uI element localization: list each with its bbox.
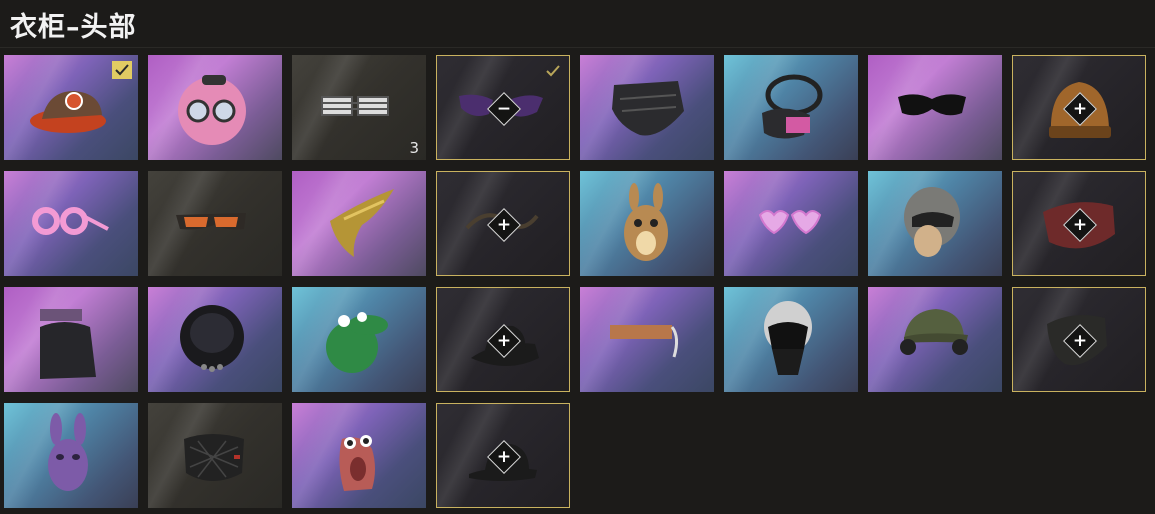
plus-icon: + xyxy=(1072,98,1088,118)
space-helmet-icon xyxy=(148,287,282,392)
squirrel-mask-icon xyxy=(580,171,714,276)
wardrobe-item[interactable] xyxy=(148,287,282,392)
purple-bunny-mask-icon xyxy=(4,403,138,508)
wardrobe-item[interactable]: + xyxy=(436,287,570,392)
wardrobe-item[interactable] xyxy=(868,287,1002,392)
wardrobe-item[interactable] xyxy=(148,403,282,508)
black-sunglasses-icon xyxy=(868,55,1002,160)
wardrobe-item[interactable] xyxy=(580,287,714,392)
header-divider xyxy=(0,47,1155,48)
sport-sunglasses-icon xyxy=(148,171,282,276)
wardrobe-item[interactable]: + xyxy=(436,171,570,276)
plus-icon: + xyxy=(1072,330,1088,350)
wardrobe-item[interactable] xyxy=(868,171,1002,276)
wardrobe-grid: 3 − + + + + + + xyxy=(4,55,1146,508)
wardrobe-item[interactable] xyxy=(4,171,138,276)
wardrobe-item[interactable] xyxy=(868,55,1002,160)
pink-donut-mask-icon xyxy=(148,55,282,160)
wardrobe-item[interactable] xyxy=(580,55,714,160)
equipped-check-icon xyxy=(112,61,132,79)
wardrobe-item[interactable]: + xyxy=(1012,55,1146,160)
headset-cap-icon xyxy=(868,287,1002,392)
green-dino-mask-icon xyxy=(292,287,426,392)
wardrobe-item[interactable] xyxy=(292,403,426,508)
pink-round-glasses-icon xyxy=(4,171,138,276)
wardrobe-item[interactable] xyxy=(292,171,426,276)
golden-wing-mask-icon xyxy=(292,171,426,276)
plus-icon: + xyxy=(496,446,512,466)
wardrobe-item[interactable] xyxy=(724,171,858,276)
wardrobe-item[interactable]: + xyxy=(1012,287,1146,392)
plus-icon: + xyxy=(1072,214,1088,234)
wardrobe-item[interactable]: + xyxy=(1012,171,1146,276)
wardrobe-item[interactable] xyxy=(292,287,426,392)
wardrobe-item[interactable]: 3 xyxy=(292,55,426,160)
plus-icon: + xyxy=(496,214,512,234)
wardrobe-item[interactable] xyxy=(4,55,138,160)
wardrobe-item[interactable] xyxy=(4,287,138,392)
gas-mask-goggles-icon xyxy=(724,55,858,160)
black-face-mask-icon xyxy=(580,55,714,160)
wardrobe-item[interactable]: + xyxy=(436,403,570,508)
wardrobe-item[interactable] xyxy=(4,403,138,508)
quilted-face-mask-icon xyxy=(148,403,282,508)
page-title: 衣柜–头部 xyxy=(10,12,137,43)
item-count: 3 xyxy=(409,139,419,157)
plus-icon: + xyxy=(496,330,512,350)
minus-icon: − xyxy=(496,98,512,118)
wardrobe-item[interactable] xyxy=(724,55,858,160)
pilot-helmet-mask-icon xyxy=(868,171,1002,276)
wardrobe-item[interactable] xyxy=(148,55,282,160)
wardrobe-item[interactable] xyxy=(148,171,282,276)
wardrobe-item[interactable] xyxy=(580,171,714,276)
orange-visor-icon xyxy=(580,287,714,392)
heart-glasses-icon xyxy=(724,171,858,276)
equipped-check-icon xyxy=(543,62,563,80)
worm-mask-icon xyxy=(292,403,426,508)
balaclava-visor-icon xyxy=(4,287,138,392)
shutter-shades-icon xyxy=(292,55,426,160)
wardrobe-item[interactable]: − xyxy=(436,55,570,160)
tactical-helmet-icon xyxy=(724,287,858,392)
wardrobe-item[interactable] xyxy=(724,287,858,392)
